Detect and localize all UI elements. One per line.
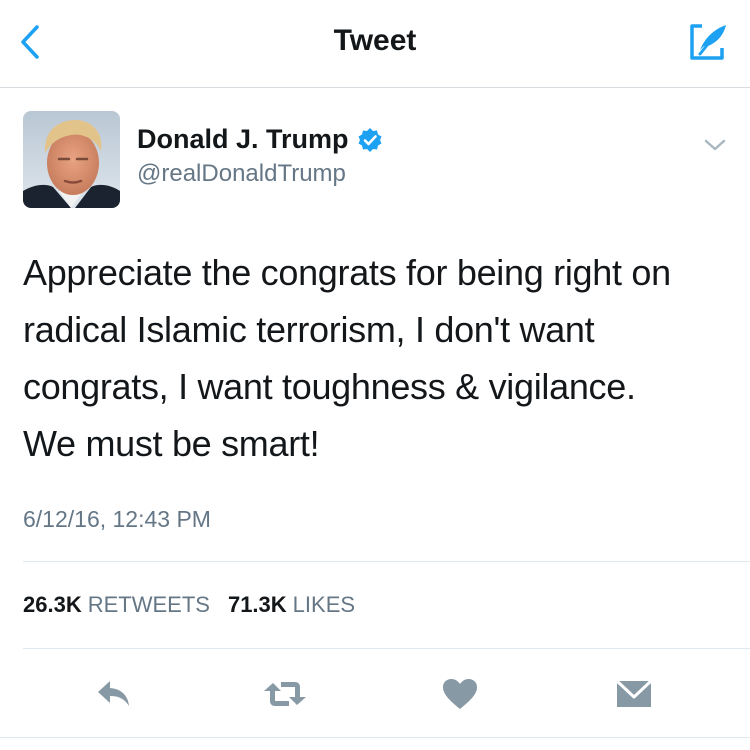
navigation-bar: Tweet <box>0 0 750 88</box>
tweet-timestamp: 6/12/16, 12:43 PM <box>23 506 211 532</box>
tweet-detail-screen: Tweet Donald J. Trump @realDonaldTrump A… <box>0 0 750 750</box>
compose-button[interactable] <box>682 16 734 68</box>
likes-count[interactable]: 71.3K <box>228 592 287 618</box>
tweet-stats: 26.3K RETWEETS 71.3K LIKES <box>23 592 373 618</box>
divider <box>23 648 750 649</box>
direct-message-button[interactable] <box>608 672 660 716</box>
author-handle[interactable]: @realDonaldTrump <box>137 160 346 188</box>
retweets-count[interactable]: 26.3K <box>23 592 82 618</box>
retweet-icon <box>264 682 306 706</box>
tweet-options-button[interactable] <box>702 134 728 156</box>
divider <box>0 737 750 738</box>
retweets-label[interactable]: RETWEETS <box>88 592 210 618</box>
tweet-text: Appreciate the congrats for being right … <box>23 252 671 464</box>
profile-photo <box>23 111 120 208</box>
divider <box>23 561 750 562</box>
author-display-name[interactable]: Donald J. Trump <box>137 124 349 155</box>
page-title: Tweet <box>333 24 417 57</box>
direct-message-icon <box>615 679 653 707</box>
chevron-down-icon <box>704 139 726 151</box>
avatar[interactable] <box>23 111 120 208</box>
author-name-row[interactable]: Donald J. Trump <box>137 124 383 155</box>
like-icon <box>443 679 477 709</box>
retweet-button[interactable] <box>259 672 311 716</box>
like-button[interactable] <box>434 672 486 716</box>
reply-icon <box>98 681 129 706</box>
compose-tweet-icon <box>690 24 726 60</box>
likes-label[interactable]: LIKES <box>293 592 355 618</box>
reply-button[interactable] <box>88 672 140 716</box>
verified-badge-icon <box>357 127 383 153</box>
